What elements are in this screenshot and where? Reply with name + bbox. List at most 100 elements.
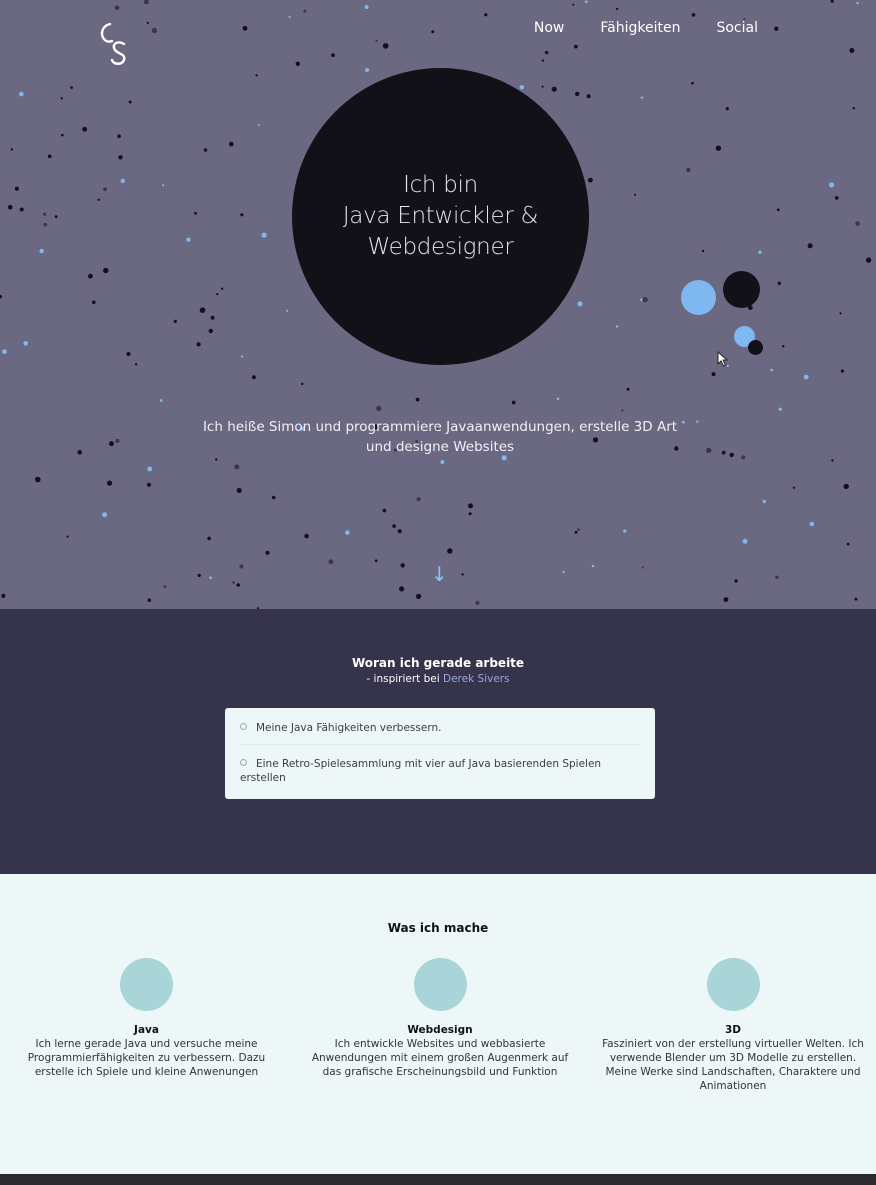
particle-dot [1, 593, 6, 599]
particle-dot [47, 154, 52, 159]
particle-dot [586, 94, 591, 99]
particle-dot [203, 148, 208, 152]
particle-dot [562, 570, 565, 574]
particle-dot [43, 212, 47, 216]
particle-dot [23, 341, 29, 346]
particle-dot [574, 44, 578, 49]
what-section: Was ich mache Java Ich lerne gerade Java… [0, 874, 876, 1174]
particle-dot [97, 198, 100, 201]
particle-dot [475, 600, 480, 606]
particle-dot [775, 575, 779, 579]
particle-dot [10, 148, 13, 151]
particle-dot [400, 563, 405, 568]
particle-dot [831, 459, 834, 462]
particle-dot [777, 281, 781, 285]
particle-dot [431, 30, 435, 34]
particle-dot [633, 193, 637, 196]
particle-dot [151, 27, 158, 34]
particle-dot [242, 25, 248, 31]
particle-dot [762, 499, 766, 504]
particle-dot [19, 207, 24, 212]
particle-dot [134, 363, 138, 366]
particle-dot [376, 405, 382, 412]
particle-dot [61, 133, 64, 137]
particle-dot [102, 512, 108, 518]
particle-dot [729, 452, 734, 458]
skill-title: Java [134, 1024, 159, 1036]
particle-dot [849, 48, 855, 53]
particle-dot [742, 538, 748, 544]
particle-dot [43, 222, 48, 227]
logo-icon[interactable] [98, 20, 132, 66]
skill-column-webdesign: Webdesign Ich entwickle Websites und web… [310, 958, 570, 1079]
particle-dot [711, 372, 716, 377]
particle-dot [541, 59, 544, 62]
particle-dot [725, 107, 729, 111]
now-list-card: Meine Java Fähigkeiten verbessern. Eine … [225, 708, 655, 799]
particle-dot [392, 524, 396, 528]
nav-link-now[interactable]: Now [534, 20, 565, 36]
java-icon [120, 958, 173, 1011]
particle-dot [54, 215, 58, 219]
particle-dot [774, 26, 779, 31]
hero-headline: Ich bin Java Entwickler & Webdesigner [342, 170, 539, 263]
particle-dot [115, 438, 120, 443]
particle-dot [623, 529, 627, 533]
particle-dot [163, 585, 167, 589]
particle-dot [301, 382, 304, 386]
particle-dot [734, 579, 738, 583]
main-nav: Now Fähigkeiten Social [534, 20, 758, 36]
derek-sivers-link[interactable]: Derek Sivers [443, 673, 510, 685]
particle-dot [829, 182, 835, 188]
particle-dot [239, 564, 244, 569]
particle-dot [240, 355, 244, 358]
particle-dot [7, 204, 13, 210]
particle-dot [416, 497, 421, 502]
particle-dot [261, 232, 267, 238]
particle-dot [39, 248, 44, 254]
particle-dot [210, 315, 215, 320]
particle-dot [461, 573, 464, 576]
particle-dot [641, 566, 644, 569]
headline-line-2: Java Entwickler & [342, 203, 539, 229]
particle-dot [82, 126, 88, 132]
3d-icon [706, 958, 760, 1011]
particle-dot [251, 375, 256, 380]
particle-dot [778, 407, 782, 411]
nav-link-faehigkeiten[interactable]: Fähigkeiten [600, 20, 680, 36]
particle-dot [234, 464, 240, 470]
particle-dot [843, 483, 849, 490]
particle-dot [588, 177, 593, 183]
particle-dot [2, 349, 7, 355]
particle-dot [382, 43, 389, 49]
scroll-down-arrow-icon[interactable]: ↓ [431, 562, 448, 586]
bullet-circle-icon [240, 723, 247, 730]
particle-dot [147, 466, 153, 472]
particle-dot [701, 249, 705, 253]
what-title: Was ich mache [387, 921, 489, 935]
particle-dot [626, 387, 630, 391]
particle-dot [147, 482, 151, 487]
particle-dot [126, 352, 131, 356]
particle-dot [484, 13, 488, 17]
nav-link-social[interactable]: Social [716, 20, 758, 36]
particle-dot [770, 368, 773, 372]
particle-dot [447, 548, 453, 554]
particle-dot [236, 488, 242, 493]
skill-column-3d: 3D Fasziniert von der erstellung virtuel… [598, 958, 868, 1093]
particle-dot [686, 167, 691, 173]
particle-dot [468, 503, 473, 509]
hero-circle: Ich bin Java Entwickler & Webdesigner [292, 68, 589, 365]
particle-dot [220, 287, 224, 290]
particle-dot [197, 573, 201, 578]
particle-dot [591, 564, 595, 568]
particle-dot [846, 542, 850, 546]
particle-dot [92, 300, 96, 305]
particle-dot [66, 535, 69, 538]
particle-dot [696, 420, 699, 423]
particle-dot [621, 409, 624, 412]
particle-dot [758, 250, 762, 254]
particle-dot [807, 243, 813, 249]
particle-dot [577, 528, 580, 531]
now-subtitle: - inspiriert bei Derek Sivers [0, 673, 876, 685]
